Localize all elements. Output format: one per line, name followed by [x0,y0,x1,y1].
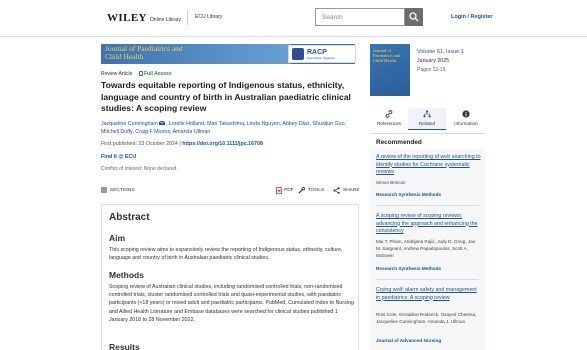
cover-title-line: Child Health [373,58,397,63]
recommended-article-link[interactable]: Crying wolf: alarm safety and management… [376,287,481,302]
tabs-divider [370,133,485,134]
author-link[interactable]: Lorelle Holland [169,121,204,127]
login-register-link[interactable]: Login / Register [451,14,493,20]
racp-abbr: RACP [307,48,327,56]
recommended-authors: Mai T. Pham, Andrijana Rajić, Judy D. Gr… [376,239,476,258]
published-date: First published: 23 October 2024 [101,141,178,147]
pdf-icon [276,187,282,194]
methods-text: Scoping review of Australian clinical st… [109,284,354,323]
racp-logo[interactable]: RACP Specialists. Together [288,45,356,63]
tab-related[interactable]: Related [408,108,446,130]
tab-label: Related [418,121,436,126]
brand-sub: Online Library [149,17,182,23]
tab-references[interactable]: References [370,108,408,130]
info-icon [462,110,470,118]
journal-cover[interactable]: Journal of Paediatrics and Child Health [370,44,410,96]
author-link[interactable]: Shuaijun Guo [312,121,344,127]
list-icon [101,187,107,193]
link-icon [385,110,393,118]
author-link[interactable]: Mitchell Duffy [101,129,132,135]
article-toolbar: SECTIONS PDF TOOLS SHARE [101,186,360,196]
recommended-divider [376,279,479,280]
recommended-article-link[interactable]: A review of the reporting of web searchi… [376,154,481,177]
banner-journal-title: Journal of Paediatrics and Child Health [105,45,183,61]
doi-link[interactable]: https://doi.org/10.1111/jpc.16708 [182,141,263,147]
network-icon [423,110,431,118]
article-title: Towards equitable reporting of Indigenou… [101,80,351,113]
racp-emblem-icon [292,48,304,60]
access-badge: Full Access [144,71,172,77]
tab-label: References [377,121,401,126]
abstract-heading: Abstract [109,212,150,223]
racp-tagline: Specialists. Together [307,55,335,60]
header-divider [187,11,188,25]
search-input[interactable]: Search [315,8,405,26]
recommended-journal[interactable]: Research Synthesis Methods [376,266,481,271]
author-link[interactable]: Jacqueline Cunningham [101,121,158,127]
institution-name: ECU Library [195,14,223,20]
methods-heading: Methods [109,270,144,280]
site-header: WILEY Online Library ECU Library Search … [0,0,587,37]
share-button[interactable]: SHARE [343,188,360,193]
sections-button[interactable]: SECTIONS [110,188,135,193]
wrench-icon [298,187,305,194]
search-icon [409,12,419,22]
aim-heading: Aim [109,233,126,243]
results-heading: Results [109,342,140,350]
publication-info: First published: 23 October 2024 | https… [101,141,263,147]
page-range: Pages 12-19 [417,67,446,73]
search-button[interactable] [405,8,423,26]
recommended-authors: Simon Briscoe [376,180,406,185]
tab-information[interactable]: Information [447,108,485,130]
share-icon [333,187,340,194]
cover-title: Journal of Paediatrics and Child Health [373,48,400,63]
recommended-article-link[interactable]: A scoping review of scoping reviews: adv… [376,213,481,236]
recommended-authors: Roni Cole, Geraldine Roderick, Osayed Ch… [376,312,477,324]
pdf-button[interactable]: PDF [284,188,294,193]
wiley-logo[interactable]: WILEY Online Library [107,12,181,24]
tab-label: Information [454,121,478,126]
recommended-journal[interactable]: Research Synthesis Methods [376,192,481,197]
author-link[interactable]: Linda Nguyen [247,121,280,127]
author-list: Jacqueline Cunningham, Lorelle Holland, … [101,120,347,135]
sidebar-tabs: References Related Information [370,108,485,130]
aim-text: This scoping review aims to expansively … [109,247,343,262]
banner-title-line2: Child Health [105,52,144,61]
find-it-link[interactable]: Find it @ ECU [101,154,136,160]
author-link[interactable]: Mari Takashima [207,121,244,127]
brand-name: WILEY [107,12,147,24]
author-link[interactable]: Craig F Munns [135,129,170,135]
issue-date: January 2025 [417,58,450,64]
author-link[interactable]: Abbey Diaz [282,121,309,127]
recommended-divider [376,205,479,206]
recommended-journal[interactable]: Journal of Advanced Nursing [376,338,481,343]
author-link[interactable]: Amanda Ullman [173,129,211,135]
recommended-heading: Recommended [376,139,422,146]
conflict-of-interest: Conflict of interest: None declared. [101,166,178,172]
issue-link[interactable]: Volume 61, Issue 1 [417,49,464,55]
open-lock-icon [139,71,143,76]
article-type: Review Article [101,71,133,77]
email-icon[interactable] [158,120,166,125]
tools-button[interactable]: TOOLS [308,188,324,193]
